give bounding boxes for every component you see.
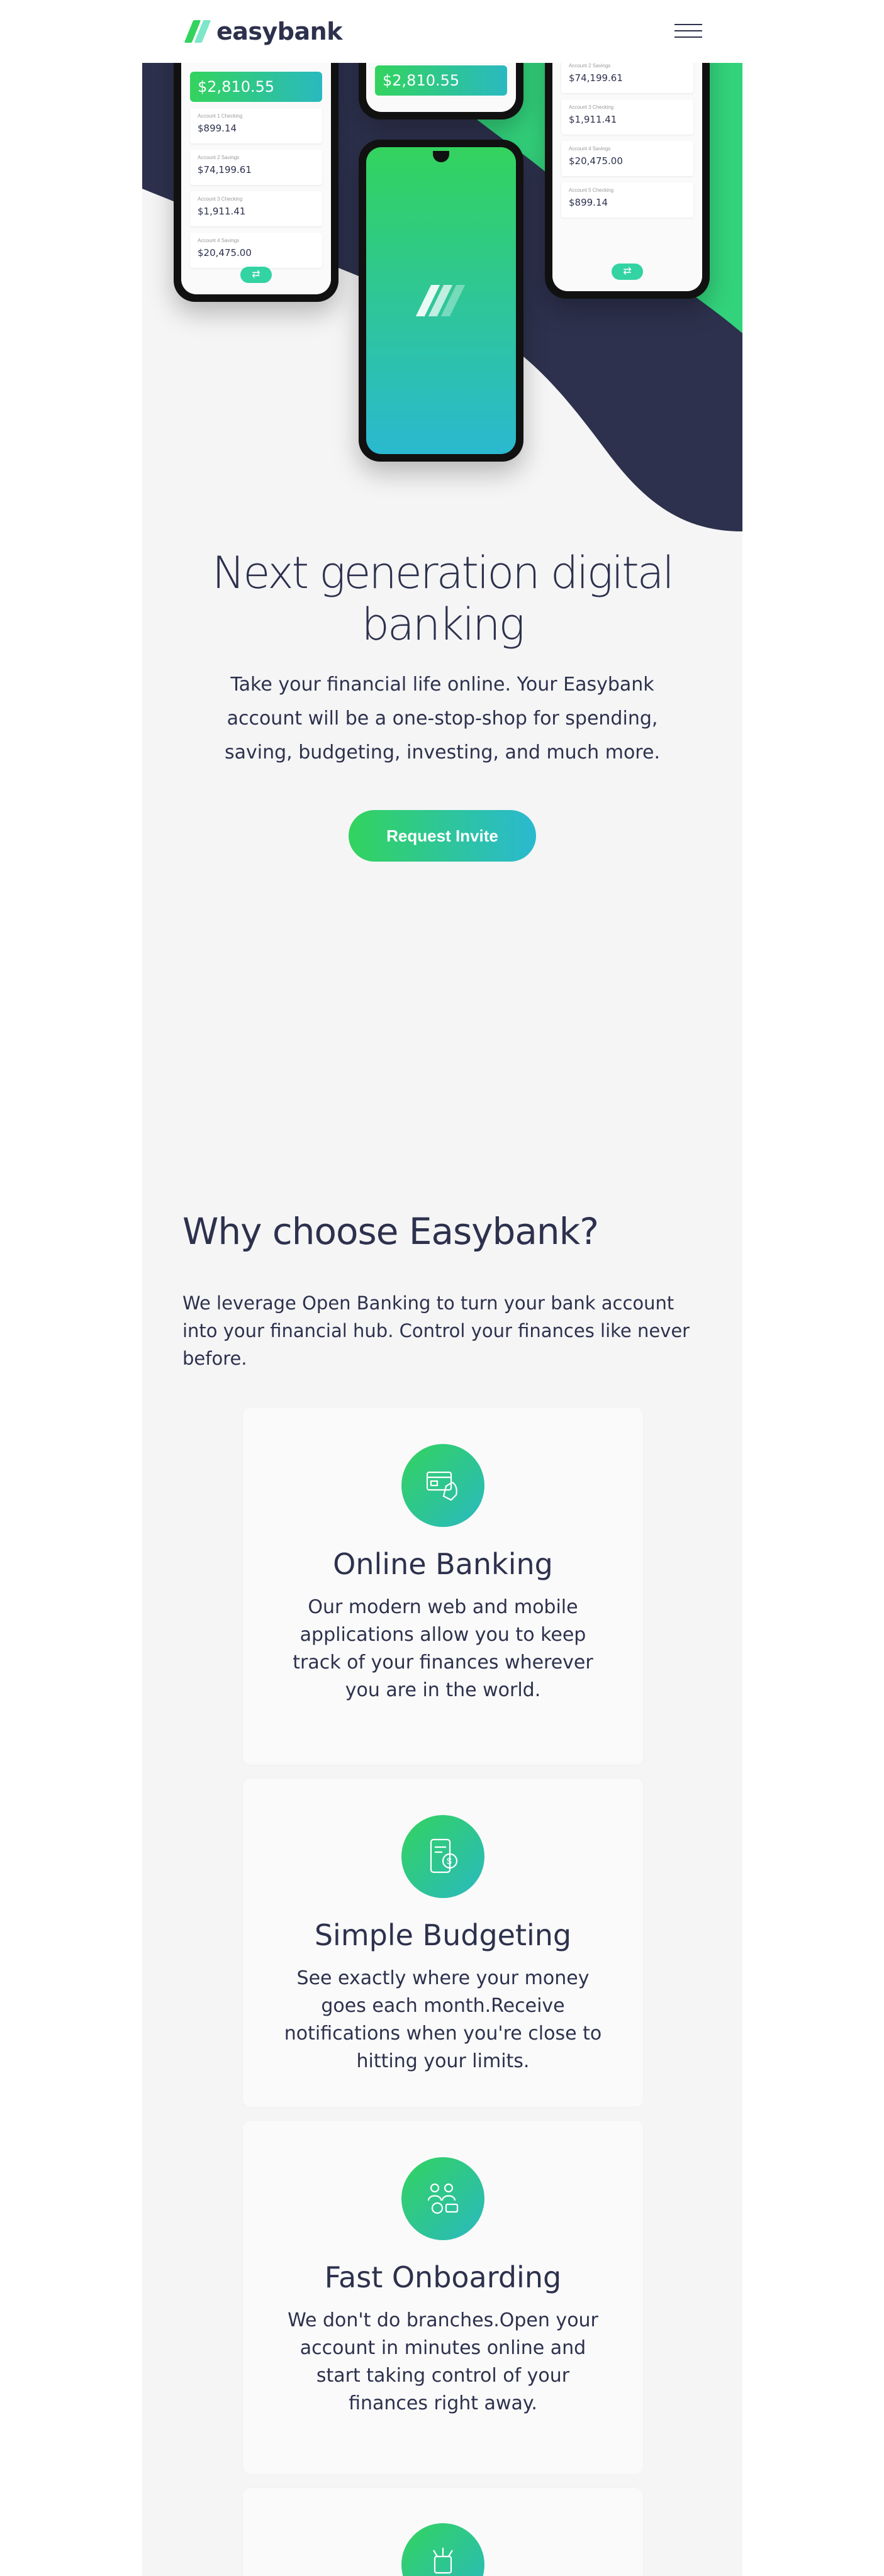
- feature-text: Our modern web and mobile applications a…: [293, 1596, 593, 1701]
- phone-left: $2,810.55 Account 1 Checking $899.14 Acco…: [174, 63, 338, 302]
- phone-right: Account 2 Savings $74,199.61 Account 3 Ch…: [545, 63, 710, 299]
- transfer-icon: ⇄: [240, 267, 272, 283]
- site-header: easybank: [142, 0, 742, 63]
- phone-right-screen: Account 2 Savings $74,199.61 Account 3 Ch…: [552, 63, 702, 291]
- phone-notch: [433, 151, 449, 162]
- account-item: Account 5 Checking $899.14: [561, 182, 693, 218]
- hamburger-icon[interactable]: [674, 24, 702, 39]
- feature-card-partial: [243, 2488, 643, 2576]
- page: easybank $2,810.55 Account 1 Checking $89…: [142, 0, 742, 2576]
- logo-text: easybank: [216, 18, 342, 45]
- logo[interactable]: easybank: [182, 18, 342, 45]
- account-item: Account 2 Savings $74,199.61: [561, 63, 693, 93]
- logo-icon: [415, 285, 466, 316]
- account-item: Account 1 Checking $899.14: [190, 108, 322, 143]
- online-banking-icon: [401, 1444, 484, 1527]
- phone-left-screen: $2,810.55 Account 1 Checking $899.14 Acco…: [181, 63, 331, 294]
- phone-middle-top-screen: $2,810.55: [366, 63, 516, 112]
- phone-middle-top: $2,810.55: [359, 63, 523, 119]
- feature-text: See exactly where your money goes each m…: [284, 1967, 602, 2072]
- feature-title: Simple Budgeting: [314, 1918, 572, 1952]
- feature-text: We don't do branches.Open your account i…: [288, 2309, 598, 2414]
- feature-title: Online Banking: [333, 1547, 553, 1581]
- phone-center: [359, 140, 523, 462]
- request-invite-button[interactable]: Request Invite: [349, 810, 536, 862]
- logo-icon: [182, 20, 211, 43]
- balance-card: $2,810.55: [190, 72, 322, 102]
- onboarding-icon: [401, 2157, 484, 2240]
- feature-card-fast-onboarding: Fast Onboarding We don't do branches.Ope…: [243, 2121, 643, 2474]
- account-item: Account 4 Savings $20,475.00: [190, 233, 322, 268]
- budgeting-icon: $: [401, 1815, 484, 1898]
- why-title: Why choose Easybank?: [182, 1210, 599, 1253]
- hero-title: Next generation digital banking: [212, 547, 674, 650]
- feature-title: Fast Onboarding: [324, 2260, 562, 2294]
- transfer-icon: ⇄: [612, 264, 643, 280]
- account-item: Account 4 Savings $20,475.00: [561, 141, 693, 176]
- account-item: Account 3 Checking $1,911.41: [561, 99, 693, 135]
- api-icon: [401, 2523, 484, 2576]
- account-item: Account 2 Savings $74,199.61: [190, 150, 322, 185]
- phone-center-screen: [366, 147, 516, 454]
- feature-card-online-banking: Online Banking Our modern web and mobile…: [243, 1407, 643, 1765]
- account-item: Account 3 Checking $1,911.41: [190, 191, 322, 226]
- hero-mockups: $2,810.55 Account 1 Checking $899.14 Acco…: [142, 63, 742, 531]
- balance-card: $2,810.55: [375, 65, 507, 96]
- feature-card-simple-budgeting: $ Simple Budgeting See exactly where you…: [243, 1779, 643, 2107]
- hero-description: Take your financial life online. Your Ea…: [225, 674, 660, 763]
- svg-text:$: $: [447, 1856, 452, 1866]
- why-description: We leverage Open Banking to turn your ba…: [182, 1292, 690, 1369]
